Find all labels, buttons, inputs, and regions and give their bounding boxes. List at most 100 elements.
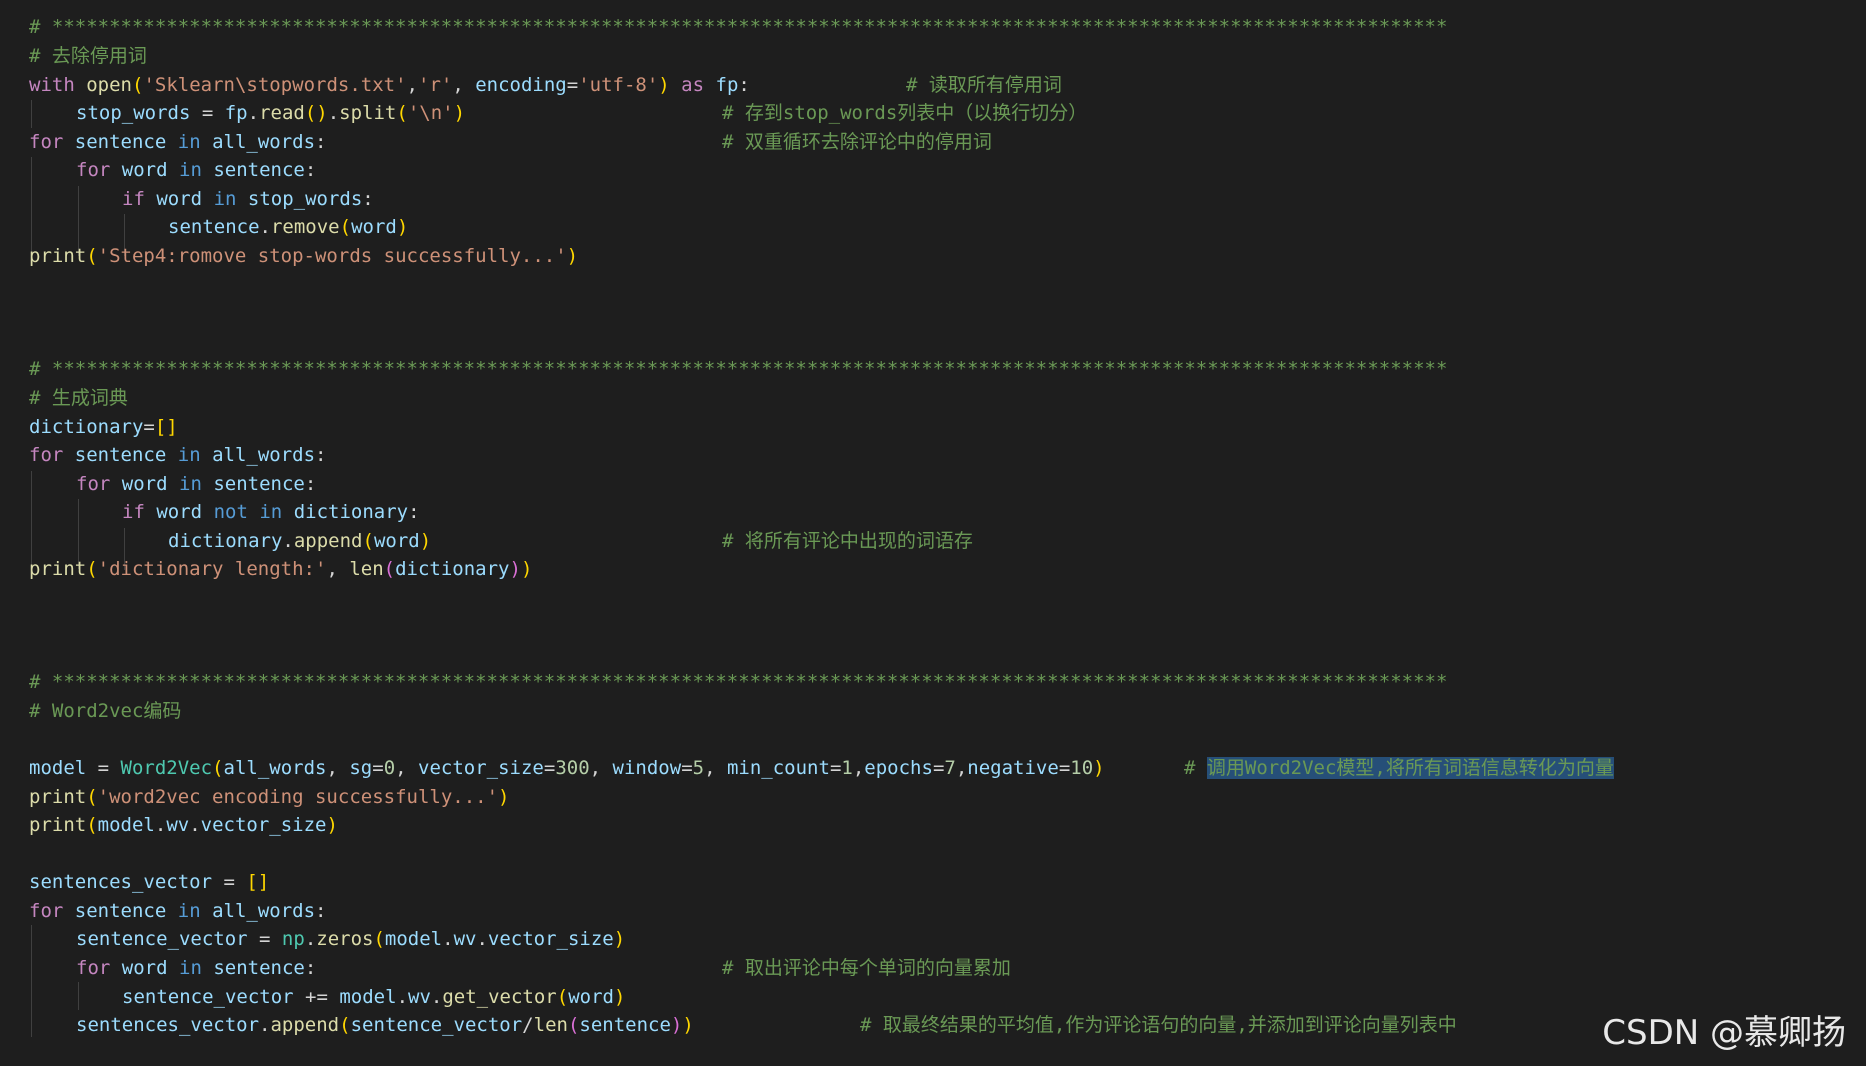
variable: sentences_vector xyxy=(76,1014,260,1036)
variable: sentence xyxy=(74,444,167,466)
string-literal: 'utf-8' xyxy=(578,74,659,96)
variable: dictionary xyxy=(168,530,283,552)
variable: word xyxy=(121,473,168,495)
variable: sentence xyxy=(213,159,305,181)
variable: sentence xyxy=(168,216,260,238)
code-line-with-open[interactable]: with open('Sklearn\stopwords.txt','r', e… xyxy=(29,71,750,99)
keyword: for xyxy=(76,473,111,495)
string-literal: 'r' xyxy=(418,74,453,96)
code-editor[interactable]: # **************************************… xyxy=(0,0,1866,1066)
variable: sentences_vector xyxy=(29,871,213,893)
inline-comment: # 存到stop_words列表中（以换行切分） xyxy=(722,102,1088,124)
keyword: in xyxy=(213,188,237,210)
code-line-append-vector[interactable]: sentences_vector.append(sentence_vector/… xyxy=(76,1011,694,1039)
function-name: len xyxy=(533,1014,568,1036)
code-line-comment[interactable]: # 去除停用词 xyxy=(29,42,147,70)
variable: word xyxy=(156,188,203,210)
string-literal: 'Sklearn\stopwords.txt' xyxy=(143,74,407,96)
variable: vector_size xyxy=(487,928,614,950)
number-literal: 300 xyxy=(555,757,590,779)
function-name: print xyxy=(29,814,87,836)
inline-comment: # 双重循环去除评论中的停用词 xyxy=(722,131,992,153)
code-line-add-vector[interactable]: sentence_vector += model.wv.get_vector(w… xyxy=(122,983,625,1011)
code-line-if[interactable]: if word in stop_words: xyxy=(122,185,374,213)
variable: fp xyxy=(715,74,739,96)
class-name: Word2Vec xyxy=(120,757,213,779)
function-name: split xyxy=(339,102,397,124)
code-line-print[interactable]: print('Step4:romove stop-words successfu… xyxy=(29,242,578,270)
variable: dictionary xyxy=(29,416,144,438)
function-name: read xyxy=(259,102,305,124)
selected-text[interactable]: 调用Word2Vec模型,将所有词语信息转化为向量 xyxy=(1206,757,1614,779)
function-name: get_vector xyxy=(442,986,557,1008)
variable: model xyxy=(29,757,87,779)
code-line-comment[interactable]: # Word2vec编码 xyxy=(29,697,181,725)
keyword: if xyxy=(122,188,145,210)
inline-comment: # 调用Word2Vec模型,将所有词语信息转化为向量 xyxy=(1184,754,1614,782)
code-line-separator[interactable]: # **************************************… xyxy=(29,668,1447,696)
code-line-for[interactable]: for word in sentence: xyxy=(76,954,316,982)
code-line-print[interactable]: print('word2vec encoding successfully...… xyxy=(29,783,509,811)
code-line-dictionary[interactable]: dictionary=[] xyxy=(29,413,178,441)
variable: wv xyxy=(408,986,431,1008)
code-line-append[interactable]: dictionary.append(word) xyxy=(168,527,431,555)
variable: word xyxy=(121,159,168,181)
function-name: zeros xyxy=(316,928,374,950)
string-literal: 'Step4:romove stop-words successfully...… xyxy=(97,245,567,267)
variable: sentence xyxy=(579,1014,671,1036)
keyword: not xyxy=(213,501,248,523)
code-line-sentence-vector[interactable]: sentence_vector = np.zeros(model.wv.vect… xyxy=(76,925,625,953)
variable: sentence xyxy=(213,473,305,495)
code-line-for[interactable]: for sentence in all_words: xyxy=(29,441,327,469)
variable: sentence_vector xyxy=(76,928,248,950)
code-line-for[interactable]: for sentence in all_words: xyxy=(29,897,327,925)
code-line-for[interactable]: for word in sentence: xyxy=(76,470,316,498)
keyword: in xyxy=(179,957,202,979)
variable: fp xyxy=(224,102,248,124)
code-line-separator[interactable]: # **************************************… xyxy=(29,13,1447,41)
module-name: np xyxy=(281,928,305,950)
variable: wv xyxy=(166,814,190,836)
function-name: remove xyxy=(270,216,340,238)
variable: sentence xyxy=(213,957,305,979)
variable: dictionary xyxy=(293,501,409,523)
inline-comment: # 取最终结果的平均值,作为评论语句的向量,并添加到评论向量列表中 xyxy=(860,1014,1457,1036)
code-line-remove[interactable]: sentence.remove(word) xyxy=(168,213,408,241)
function-name: append xyxy=(293,530,363,552)
variable: vector_size xyxy=(418,757,544,779)
variable: model xyxy=(97,814,155,836)
variable: min_count xyxy=(726,757,830,779)
keyword: for xyxy=(76,957,111,979)
variable: all_words xyxy=(223,757,327,779)
function-name: print xyxy=(29,245,87,267)
code-line-print[interactable]: print('dictionary length:', len(dictiona… xyxy=(29,555,532,583)
variable: word xyxy=(351,216,397,238)
function-name: append xyxy=(270,1014,340,1036)
code-line-separator[interactable]: # **************************************… xyxy=(29,355,1447,383)
keyword: for xyxy=(29,900,64,922)
string-literal: 'word2vec encoding successfully...' xyxy=(97,786,499,808)
code-line-print[interactable]: print(model.wv.vector_size) xyxy=(29,811,338,839)
keyword: in xyxy=(177,900,201,922)
variable: wv xyxy=(453,928,477,950)
function-name: len xyxy=(349,558,384,580)
code-line-comment[interactable]: # 生成词典 xyxy=(29,384,128,412)
variable: sentence_vector xyxy=(350,1014,523,1036)
keyword: in xyxy=(177,131,201,153)
code-line-stop-words[interactable]: stop_words = fp.read().split('\n') xyxy=(76,99,465,127)
code-line-model[interactable]: model = Word2Vec(all_words, sg=0, vector… xyxy=(29,754,1105,782)
string-literal: '\n' xyxy=(407,102,454,124)
inline-comment: # 取出评论中每个单词的向量累加 xyxy=(722,957,1011,979)
function-name: print xyxy=(29,786,87,808)
code-line-for[interactable]: for word in sentence: xyxy=(76,156,316,184)
watermark: CSDN @慕卿扬 xyxy=(1602,1013,1846,1053)
code-line-for[interactable]: for sentence in all_words: xyxy=(29,128,327,156)
comment-hash: # xyxy=(1184,757,1196,779)
code-line-sentences-vector[interactable]: sentences_vector = [] xyxy=(29,868,269,896)
variable: sentence_vector xyxy=(122,986,294,1008)
code-line-if[interactable]: if word not in dictionary: xyxy=(122,498,420,526)
variable: all_words xyxy=(212,900,316,922)
keyword: in xyxy=(259,501,283,523)
number-literal: 7 xyxy=(944,757,956,779)
number-literal: 5 xyxy=(692,757,705,779)
